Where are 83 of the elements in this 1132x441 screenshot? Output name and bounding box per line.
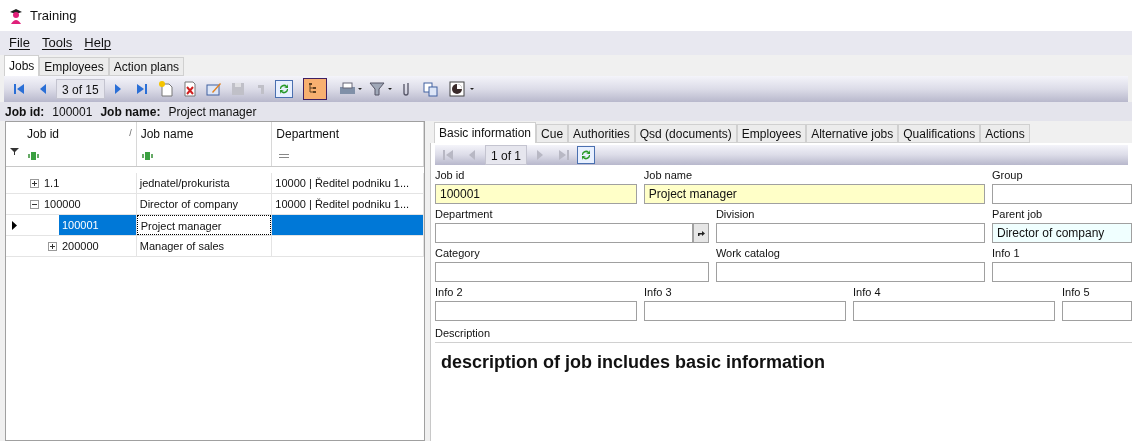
delete-document-icon[interactable] (181, 81, 198, 97)
table-cell-text: Manager of sales (138, 239, 226, 254)
tab[interactable]: Employees (736, 124, 807, 143)
table-cell-text: 10000 | Ředitel podniku 1... (274, 176, 411, 191)
tab[interactable]: Jobs (4, 55, 40, 76)
table-cell: Project manager (136, 215, 272, 235)
tab[interactable]: Actions (980, 124, 1030, 143)
refresh-icon[interactable] (274, 80, 293, 98)
tree-view-toggle[interactable] (302, 78, 327, 100)
info-label: Job name: (100, 103, 161, 121)
table-cell-text: 10000 | Ředitel podniku 1... (274, 197, 411, 212)
expand-icon[interactable] (29, 178, 39, 188)
tab[interactable]: Basic information (434, 122, 537, 143)
field-label: Parent job (992, 207, 1044, 222)
column-header[interactable]: Department (276, 125, 340, 143)
sort-indicator: / (129, 127, 132, 141)
menu-item[interactable]: File (3, 33, 36, 53)
filter-icon[interactable] (9, 147, 19, 156)
table-cell-text: jednatel/prokurista (138, 176, 231, 191)
text-filter-icon[interactable] (26, 152, 41, 160)
expand-icon[interactable] (47, 241, 57, 251)
field-label: Info 5 (1062, 285, 1091, 300)
app-icon (8, 7, 24, 24)
input-field[interactable] (435, 262, 709, 282)
input-field[interactable] (644, 301, 846, 321)
field-label: Job name (643, 168, 694, 183)
tab[interactable]: Action plans (108, 57, 185, 76)
input-field[interactable] (435, 301, 637, 321)
field-label: Info 3 (644, 285, 673, 300)
menu-item[interactable]: Tools (35, 33, 79, 53)
collapse-icon[interactable] (29, 199, 39, 209)
input-field[interactable] (992, 184, 1132, 204)
input-field[interactable] (853, 301, 1055, 321)
record-position: 3 of 15 (56, 79, 105, 99)
input-field[interactable] (1062, 301, 1132, 321)
text-filter-icon[interactable] (140, 152, 155, 160)
table-cell-text: 1.1 (42, 176, 61, 191)
tab[interactable]: Qualifications (898, 124, 981, 143)
input-field[interactable]: 100001 (435, 184, 637, 204)
field-label: Job id (435, 168, 466, 183)
copy-icon[interactable] (422, 81, 439, 97)
tab[interactable]: Cue (536, 124, 569, 143)
column-header[interactable]: Job id (26, 125, 59, 143)
table-cell: 100001 (58, 215, 136, 235)
field-label: Group (992, 168, 1024, 183)
input-field[interactable] (715, 262, 985, 282)
window-title: Training (30, 6, 77, 25)
new-document-icon[interactable] (157, 81, 174, 97)
printer-icon[interactable] (338, 81, 363, 97)
input-field[interactable] (715, 223, 985, 243)
info-label: Job id: (5, 103, 45, 121)
tab[interactable]: Alternative jobs (806, 124, 899, 143)
field-label: Division (715, 207, 756, 222)
info-value: 100001 (52, 103, 93, 121)
input-field[interactable]: Director of company (992, 223, 1132, 243)
description-field[interactable]: description of job includes basic information (435, 342, 1132, 441)
edit-icon[interactable] (205, 81, 222, 97)
input-field[interactable] (992, 262, 1132, 282)
chart-icon[interactable] (448, 81, 477, 97)
field-label: Department (435, 207, 494, 222)
field-label: Description (435, 326, 492, 341)
table-cell-text: 200000 (60, 239, 100, 254)
attachment-icon[interactable] (400, 81, 411, 97)
tab[interactable]: Authorities (568, 124, 635, 143)
record-position: 1 of 1 (485, 145, 528, 165)
table-cell-text: 100000 (42, 197, 82, 212)
info-value: Project manager (168, 103, 257, 121)
input-field[interactable]: Project manager (643, 184, 985, 204)
tab[interactable]: Qsd (documents) (634, 124, 737, 143)
column-header[interactable]: Job name (140, 125, 194, 143)
field-label: Info 4 (853, 285, 882, 300)
field-label: Category (435, 246, 481, 261)
arrow-icon (696, 229, 705, 237)
field-label: Info 2 (435, 285, 464, 300)
input-field[interactable] (435, 223, 693, 243)
menu-item[interactable]: Help (78, 33, 118, 53)
field-label: Info 1 (992, 246, 1021, 261)
current-row-icon (11, 220, 17, 230)
field-label: Work catalog (715, 246, 781, 261)
refresh-icon[interactable] (577, 146, 596, 164)
tab[interactable]: Employees (39, 57, 109, 76)
equals-filter-icon[interactable] (279, 153, 290, 159)
table-cell-text: Director of company (138, 197, 240, 212)
